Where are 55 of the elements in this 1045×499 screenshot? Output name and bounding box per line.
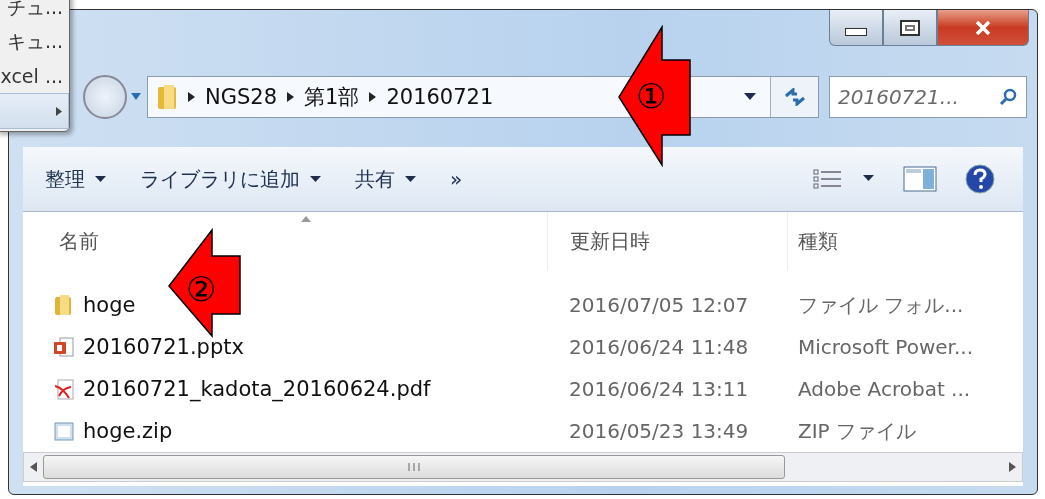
chevron-icon[interactable] xyxy=(188,91,195,102)
file-type: ZIP ファイル xyxy=(797,417,918,445)
column-header[interactable]: 名前 xyxy=(23,212,547,270)
scroll-left-icon[interactable] xyxy=(30,462,37,472)
modified-date: 2016/05/23 13:49 xyxy=(568,419,750,443)
modified-date: 2016/07/05 12:07 xyxy=(568,293,750,317)
close-button[interactable] xyxy=(937,10,1029,46)
breadcrumb-item[interactable]: 第1部 xyxy=(304,82,360,111)
pdf-icon xyxy=(53,378,75,400)
file-type: Microsoft Power... xyxy=(797,335,975,359)
toolbar-button[interactable]: 共有 xyxy=(355,165,416,193)
file-name[interactable]: 20160721.pptx xyxy=(83,335,244,359)
chevron-icon[interactable] xyxy=(369,91,377,102)
scroll-right-icon[interactable] xyxy=(1009,462,1016,472)
breadcrumb-item[interactable]: 20160721 xyxy=(386,84,494,109)
callout-number: ① xyxy=(636,79,667,113)
refresh-icon xyxy=(783,87,806,106)
grip-icon xyxy=(407,463,421,471)
search-field[interactable]: 20160721... xyxy=(829,75,1027,118)
refresh-button[interactable] xyxy=(770,76,818,117)
document-icon xyxy=(53,336,75,358)
search-icon[interactable] xyxy=(999,87,1017,106)
modified-date: 2016/06/24 13:11 xyxy=(568,377,750,401)
sort-icon xyxy=(301,216,311,222)
maximize-button[interactable] xyxy=(883,10,937,46)
file-type: ファイル フォル... xyxy=(797,291,965,319)
menu-item-label: キュ... xyxy=(5,29,63,54)
file-type: Adobe Acrobat ... xyxy=(797,377,972,401)
column-header[interactable]: 種類 xyxy=(787,212,1023,270)
menu-item-label: チュ... xyxy=(5,0,63,20)
close-icon xyxy=(974,20,992,35)
menu-item[interactable]: キュ... xyxy=(0,25,69,59)
toolbar-button[interactable]: » xyxy=(450,167,463,192)
toolbar-button[interactable]: 整理 xyxy=(45,165,106,193)
file-name[interactable]: 20160721_kadota_20160624.pdf xyxy=(83,377,431,401)
help-icon[interactable] xyxy=(965,164,995,195)
horizontal-scrollbar[interactable] xyxy=(23,452,1023,482)
callout-number: ② xyxy=(186,272,217,306)
chevron-icon[interactable] xyxy=(287,91,295,102)
minimize-button[interactable] xyxy=(829,10,883,46)
file-name[interactable]: hoge.zip xyxy=(83,419,173,443)
breadcrumb-item[interactable]: NGS28 xyxy=(205,84,278,109)
scrollbar-thumb[interactable] xyxy=(43,455,785,479)
dropdown-icon[interactable] xyxy=(744,93,756,101)
archive-icon xyxy=(53,420,75,442)
back-button[interactable] xyxy=(83,74,127,119)
menu-item-label: xcel ... xyxy=(0,65,63,87)
menu-item[interactable]: チュ... xyxy=(0,0,69,25)
toolbar-button[interactable]: ライブラリに追加 xyxy=(140,165,321,193)
caret-icon[interactable] xyxy=(131,93,141,101)
modified-date: 2016/06/24 11:48 xyxy=(568,335,750,359)
column-header[interactable]: 更新日時 xyxy=(547,212,787,270)
menu-item[interactable]: xcel ... xyxy=(0,59,69,93)
folder-icon xyxy=(156,83,178,110)
file-name[interactable]: hoge xyxy=(83,293,136,317)
